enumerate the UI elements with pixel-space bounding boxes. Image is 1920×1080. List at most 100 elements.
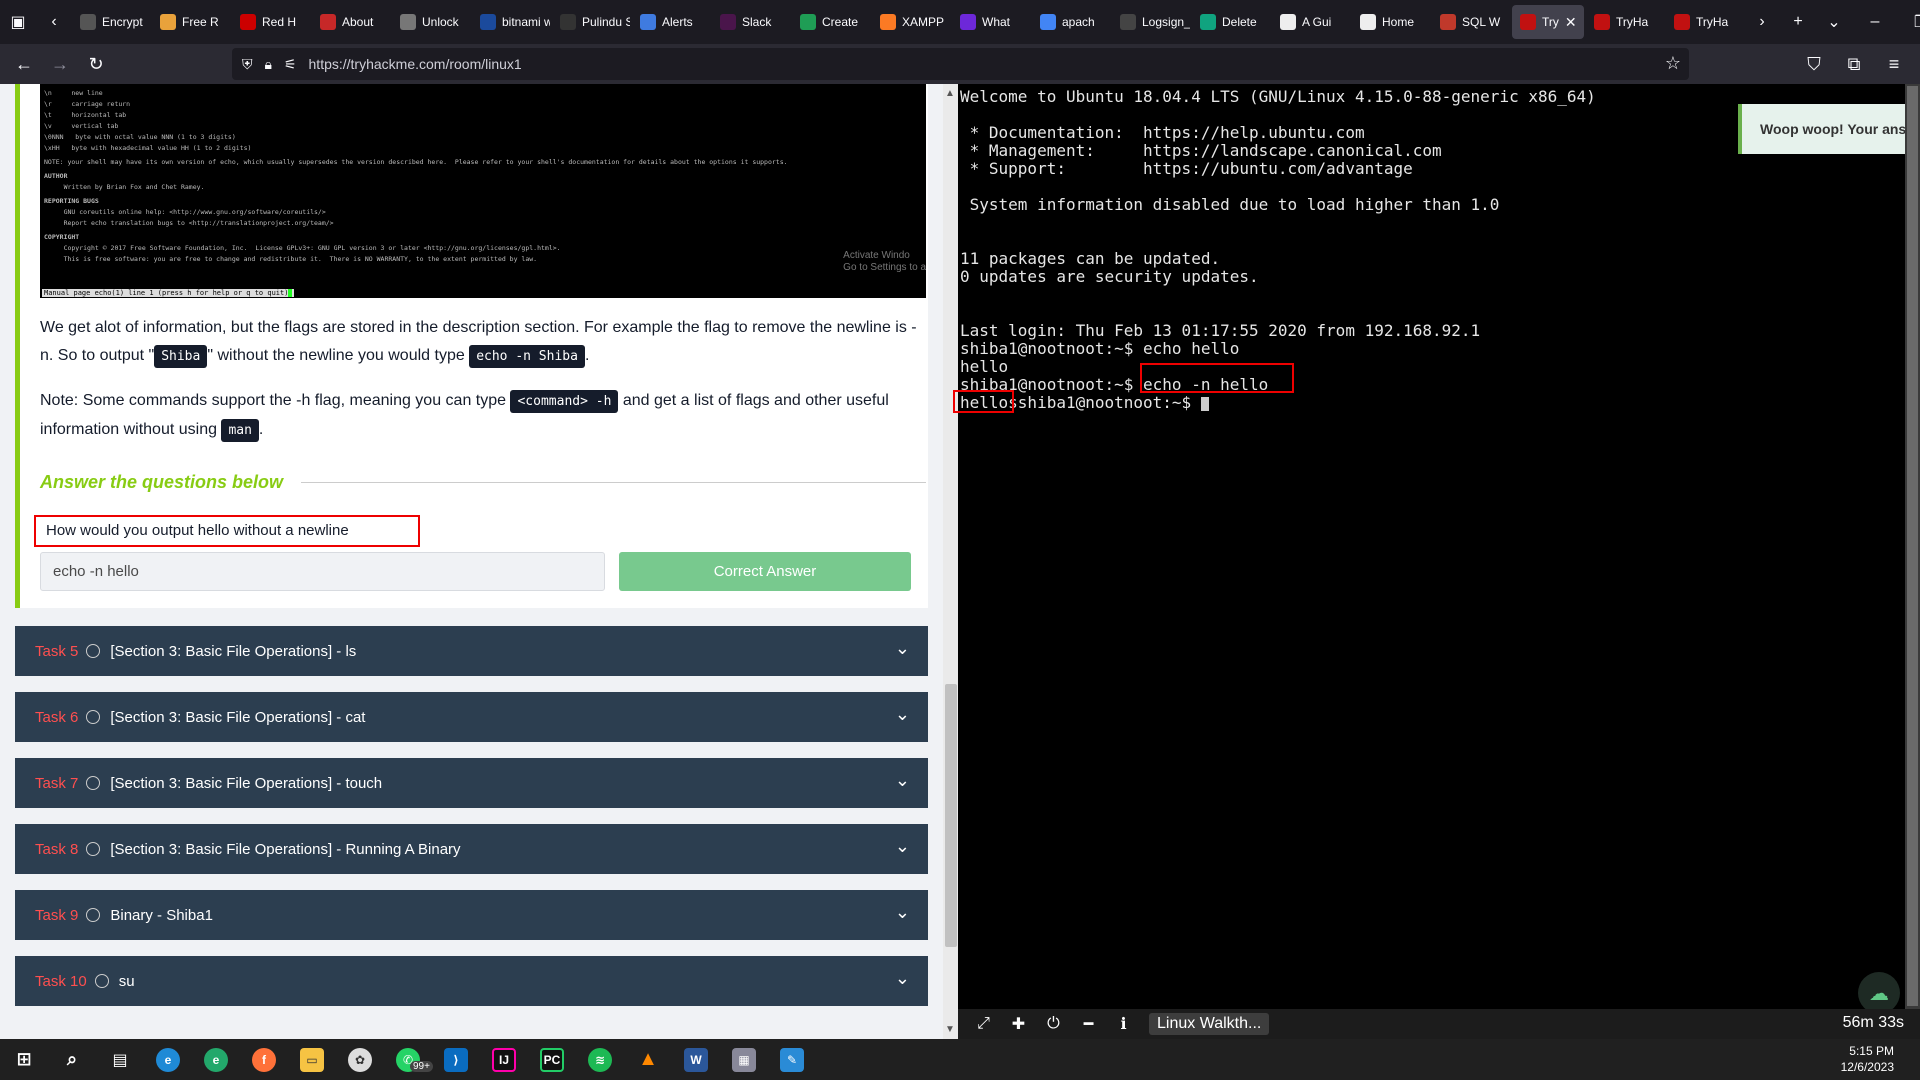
browser-tab[interactable]: TryHa — [1586, 5, 1664, 39]
word-icon[interactable]: W — [672, 1039, 720, 1080]
browser-tab[interactable]: Slack — [712, 5, 790, 39]
browser-tab[interactable]: Try ✕ — [1512, 5, 1584, 39]
browser-tab[interactable]: XAMPP — [872, 5, 950, 39]
new-tab-icon[interactable]: + — [1780, 6, 1816, 38]
task-accordion[interactable]: Task 7 [Section 3: Basic File Operations]… — [15, 758, 928, 808]
task-number: Task 9 — [35, 906, 79, 924]
clock-time: 5:15 PM — [1849, 1044, 1894, 1058]
tab-icon — [400, 14, 416, 30]
browser-tab[interactable]: Pulindu Sa — [552, 5, 630, 39]
p2-text-c: . — [258, 421, 264, 438]
intellij-icon[interactable]: IJ — [480, 1039, 528, 1080]
chevron-down-icon[interactable]: ⌄ — [895, 968, 910, 989]
terminal-line: shiba1@nootnoot:~$ echo -n hello — [960, 376, 1920, 394]
lock-icon[interactable]: 🔒︎ — [265, 56, 272, 73]
scroll-down-icon[interactable]: ▼ — [945, 1024, 955, 1035]
firefox-icon[interactable]: f — [240, 1039, 288, 1080]
maximize-icon[interactable]: ❐ — [1898, 6, 1920, 38]
file-explorer-icon[interactable]: ▭ — [288, 1039, 336, 1080]
browser-tab[interactable]: Unlock — [392, 5, 470, 39]
browser-tab[interactable]: Free R — [152, 5, 230, 39]
browser-tab[interactable]: SQL W — [1432, 5, 1510, 39]
task-view-icon[interactable]: ▤ — [96, 1039, 144, 1080]
fullscreen-icon[interactable]: ⤢ — [966, 1015, 1001, 1033]
add-time-icon[interactable]: ✚ — [1001, 1014, 1036, 1034]
close-tab-icon[interactable]: ✕ — [1565, 14, 1577, 31]
task-accordion[interactable]: Task 8 [Section 3: Basic File Operations]… — [15, 824, 928, 874]
incomplete-circle-icon — [86, 776, 101, 790]
terminal-scrollbar[interactable] — [1905, 84, 1920, 1009]
chevron-down-icon[interactable]: ⌄ — [1816, 6, 1852, 38]
extensions-icon[interactable]: ⧉ — [1836, 48, 1872, 80]
info-icon[interactable]: ℹ — [1106, 1014, 1141, 1034]
url-text[interactable]: https://tryhackme.com/room/linux1 — [309, 56, 522, 72]
scrollbar-thumb[interactable] — [945, 684, 957, 947]
task-accordion[interactable]: Task 9 Binary - Shiba1 ⌄ — [15, 890, 928, 940]
spotify-icon[interactable]: ≋ — [576, 1039, 624, 1080]
whatsapp-icon[interactable]: ✆ 99+ — [384, 1039, 433, 1080]
system-clock[interactable]: 5:15 PM 12/6/2023 — [1841, 1043, 1894, 1075]
menu-icon[interactable]: ≡ — [1876, 48, 1912, 80]
task-accordion[interactable]: Task 6 [Section 3: Basic File Operations]… — [15, 692, 928, 742]
minimize-panel-icon[interactable]: ━ — [1071, 1014, 1106, 1034]
browser-tab[interactable]: Red H — [232, 5, 310, 39]
browser-tab[interactable]: apach — [1032, 5, 1110, 39]
edge-icon[interactable]: e — [144, 1039, 192, 1080]
power-icon[interactable]: ⏻ — [1036, 1015, 1071, 1033]
browser-tab[interactable]: A Gui — [1272, 5, 1350, 39]
answer-input[interactable]: echo -n hello — [40, 552, 605, 591]
bookmark-star-icon[interactable]: ☆ — [1665, 53, 1681, 74]
reload-icon[interactable]: ↻ — [78, 48, 114, 80]
terminal-line-text: hello — [960, 357, 1009, 376]
tab-scroll-right-icon[interactable]: › — [1744, 6, 1780, 38]
start-icon[interactable]: ⊞ — [0, 1039, 48, 1080]
browser-tab[interactable]: What — [952, 5, 1030, 39]
browser-tab[interactable]: TryHa — [1666, 5, 1744, 39]
minimize-icon[interactable]: – — [1852, 6, 1898, 38]
browser-tab[interactable]: Encrypt — [72, 5, 150, 39]
task-accordion[interactable]: Task 5 [Section 3: Basic File Operations]… — [15, 626, 928, 676]
pycharm-icon[interactable]: PC — [528, 1039, 576, 1080]
color-picker-icon[interactable]: ✿ — [336, 1039, 384, 1080]
edge-dev-icon[interactable]: e — [192, 1039, 240, 1080]
tab-icon — [1520, 14, 1536, 30]
chevron-down-icon[interactable]: ⌄ — [895, 704, 910, 725]
browser-tab[interactable]: Alerts — [632, 5, 710, 39]
p1-text-c: . — [584, 347, 590, 364]
browser-tab[interactable]: About — [312, 5, 390, 39]
forward-icon[interactable]: → — [42, 48, 78, 80]
back-icon[interactable]: ← — [6, 48, 42, 80]
success-toast: Woop woop! Your ans — [1738, 104, 1920, 154]
tab-scroll-left-icon[interactable]: ‹ — [36, 6, 72, 38]
incomplete-circle-icon — [86, 908, 101, 922]
chevron-down-icon[interactable]: ⌄ — [895, 770, 910, 791]
chevron-down-icon[interactable]: ⌄ — [895, 836, 910, 857]
address-bar[interactable]: ⛨ 🔒︎ ⚟ https://tryhackme.com/room/linux1… — [232, 48, 1689, 80]
shield-icon[interactable]: ⛨ — [242, 56, 253, 73]
paint-icon[interactable]: ✎ — [768, 1039, 816, 1080]
correct-answer-button[interactable]: Correct Answer — [619, 552, 911, 591]
chevron-down-icon[interactable]: ⌄ — [895, 902, 910, 923]
pocket-icon[interactable]: ⛉ — [1796, 48, 1832, 80]
browser-tab[interactable]: bitnami w — [472, 5, 550, 39]
page-scrollbar[interactable]: ▲ ▼ — [943, 84, 958, 1039]
machine-tab[interactable]: Linux Walkth... — [1149, 1013, 1270, 1035]
chevron-down-icon[interactable]: ⌄ — [895, 638, 910, 659]
scroll-up-icon[interactable]: ▲ — [945, 88, 955, 99]
tab-list-icon[interactable]: ▣ — [0, 6, 36, 38]
browser-tab[interactable]: Logsign_S — [1112, 5, 1190, 39]
disk-tool-icon[interactable]: ▦ — [720, 1039, 768, 1080]
browser-tab[interactable]: Delete — [1192, 5, 1270, 39]
vlc-icon[interactable]: ▲ — [624, 1039, 672, 1080]
chat-icon[interactable]: ☁ — [1858, 972, 1900, 1014]
tab-label: Encrypt — [102, 15, 143, 29]
browser-tab[interactable]: Create — [792, 5, 870, 39]
terminal[interactable]: Welcome to Ubuntu 18.04.4 LTS (GNU/Linux… — [958, 84, 1920, 1009]
permissions-icon[interactable]: ⚟ — [284, 56, 297, 73]
browser-tab[interactable]: Home — [1352, 5, 1430, 39]
terminal-scrollbar-thumb[interactable] — [1907, 86, 1918, 1006]
task-accordion[interactable]: Task 10 su ⌄ — [15, 956, 928, 1006]
vscode-icon[interactable]: ⟩ — [432, 1039, 480, 1080]
search-icon[interactable]: ⌕ — [48, 1039, 96, 1080]
